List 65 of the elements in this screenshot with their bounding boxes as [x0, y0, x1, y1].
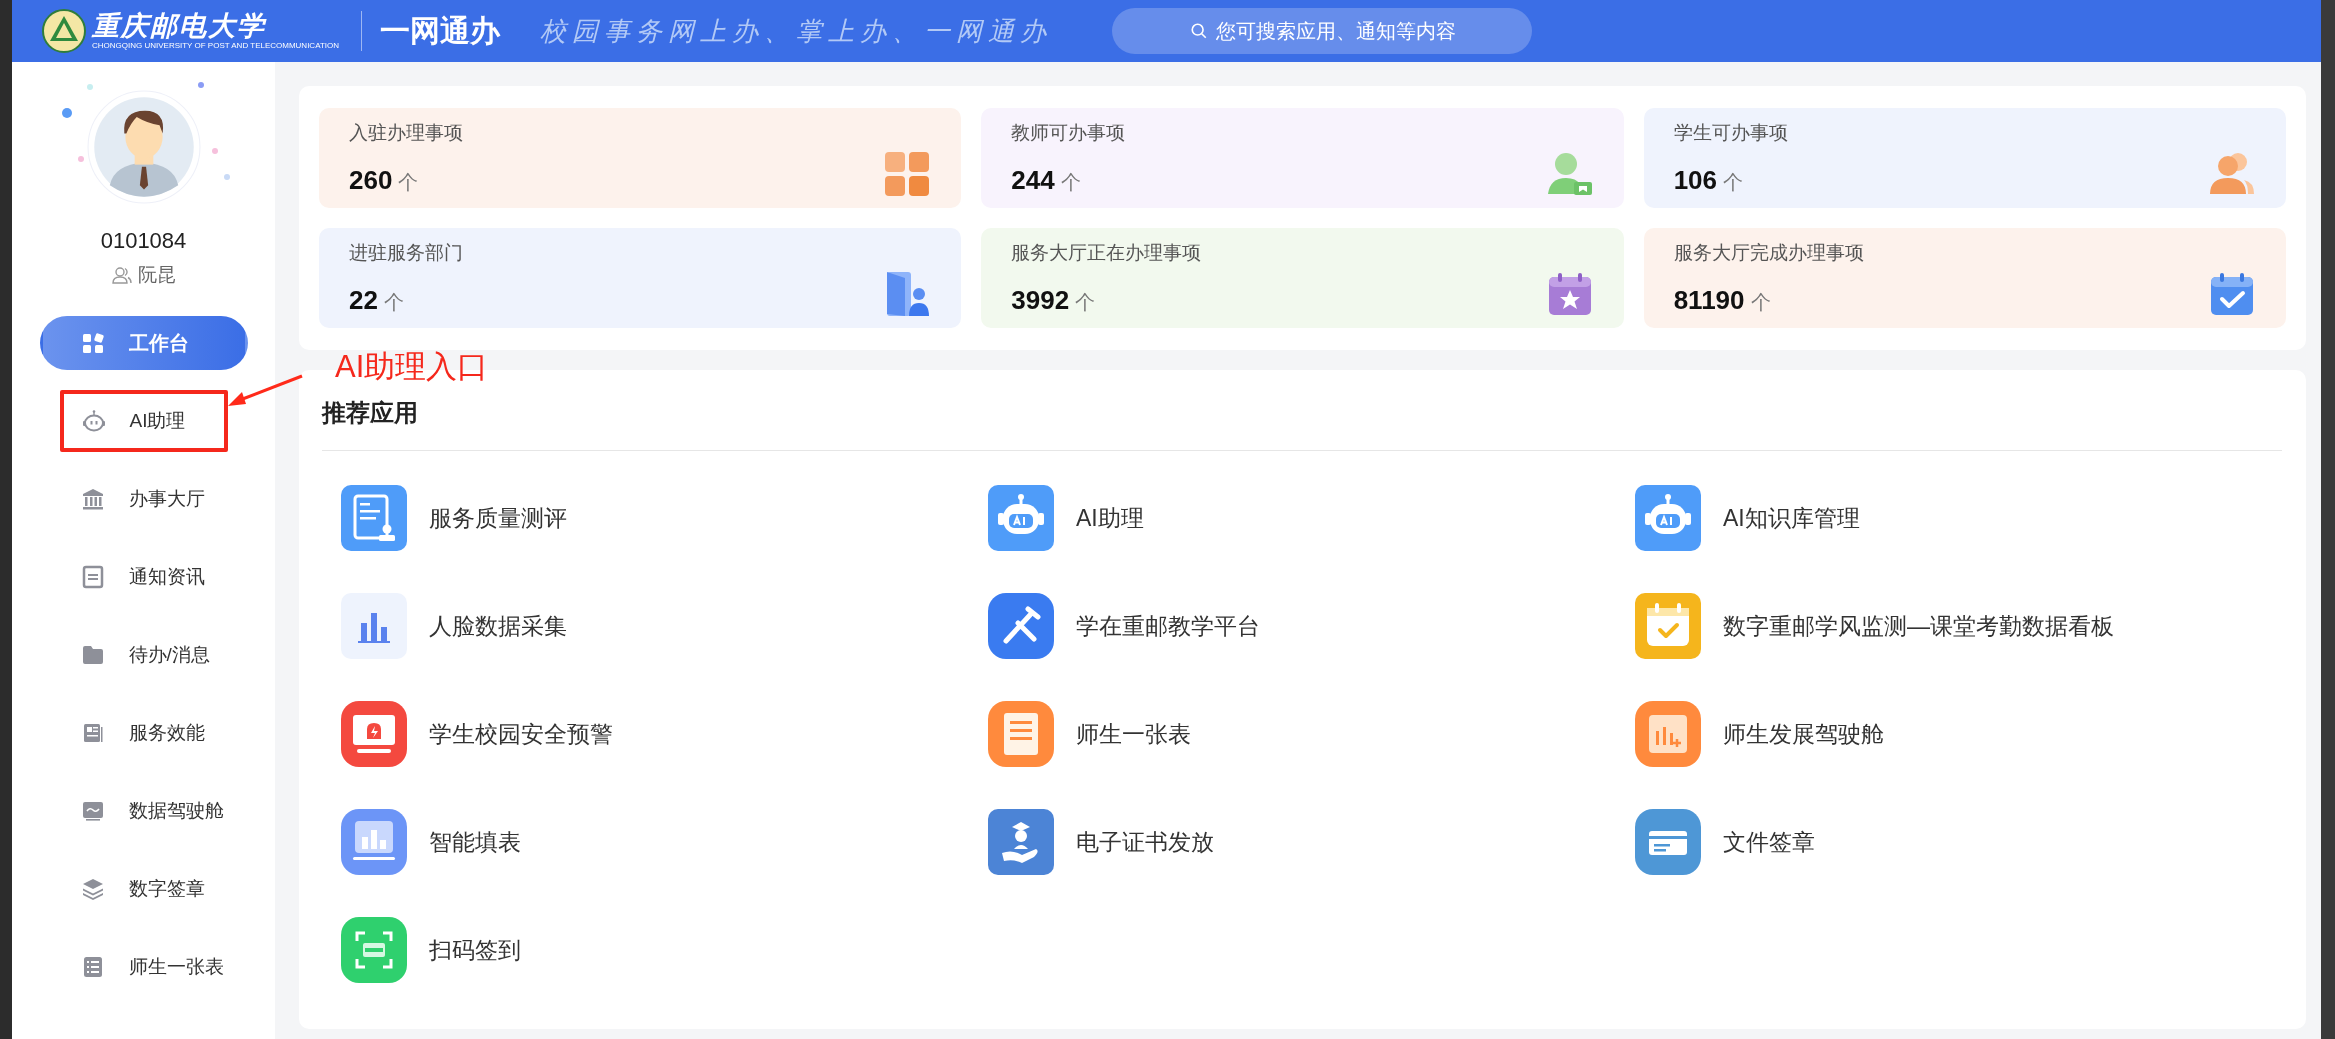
sidebar-item[interactable]: 数字签章	[39, 862, 248, 916]
stat-unit: 个	[1723, 170, 1744, 195]
user-name: 阮昆	[137, 263, 176, 287]
stat-title: 教师可办事项	[1011, 121, 1127, 145]
stat-value: 81190	[1673, 285, 1745, 316]
sparkle-dot	[224, 174, 230, 180]
app-item[interactable]: 师生一张表	[988, 701, 1635, 767]
stat-title: 学生可办事项	[1673, 121, 1789, 145]
stat-title: 入驻办理事项	[349, 121, 464, 145]
app-item[interactable]: 数字重邮学风监测—课堂考勤数据看板	[1635, 593, 2282, 659]
app-item[interactable]: 扫码签到	[341, 917, 988, 983]
search-icon	[1190, 22, 1208, 40]
calendar-check-icon	[2208, 270, 2256, 318]
app-item[interactable]: 文件签章	[1635, 809, 2282, 875]
stat-unit: 个	[1075, 290, 1096, 315]
app-item[interactable]: 师生发展驾驶舱	[1635, 701, 2282, 767]
university-emblem-icon	[42, 9, 86, 53]
app-item[interactable]: 学在重邮教学平台	[988, 593, 1635, 659]
app-item[interactable]: 学生校园安全预警	[341, 701, 988, 767]
app-item[interactable]: 智能填表	[341, 809, 988, 875]
stat-unit: 个	[1750, 290, 1771, 315]
stat-value: 3992	[1011, 285, 1070, 316]
stat-unit: 个	[1060, 170, 1081, 195]
app-item[interactable]: AI知识库管理	[1635, 485, 2282, 551]
university-name: 重庆邮电大学	[92, 11, 268, 41]
sidebar-item[interactable]: 师生一张表	[39, 940, 248, 994]
app-title: 一网通办	[380, 12, 500, 49]
document-icon	[80, 565, 105, 589]
sidebar-item[interactable]: 工作台	[39, 316, 248, 370]
stat-title: 进驻服务部门	[349, 241, 464, 265]
chart-icon	[80, 799, 105, 823]
sparkle-dot	[62, 108, 72, 118]
sidebar-item[interactable]: 数据驾驶舱	[39, 784, 248, 838]
stat-title: 服务大厅正在办理事项	[1011, 241, 1203, 265]
app-item[interactable]: 电子证书发放	[988, 809, 1635, 875]
layers-icon	[80, 877, 105, 901]
app-item[interactable]: 服务质量测评	[341, 485, 988, 551]
bank-icon	[80, 487, 105, 511]
sidebar-item[interactable]: 待办/消息	[39, 628, 248, 682]
sparkle-dot	[87, 84, 93, 90]
app-item[interactable]: 人脸数据采集	[341, 593, 988, 659]
sparkle-dot	[78, 156, 84, 162]
grid-icon	[80, 331, 105, 355]
sparkle-dot	[212, 148, 218, 154]
folder-icon	[80, 643, 105, 667]
sidebar-item[interactable]: 服务效能	[39, 706, 248, 760]
stat-value: 106	[1673, 165, 1718, 196]
app-item[interactable]: AI助理	[988, 485, 1635, 551]
stat-title: 服务大厅完成办理事项	[1673, 241, 1865, 265]
stat-unit: 个	[398, 170, 419, 195]
slogan: 校园事务网上办、掌上办、一网通办	[540, 14, 1052, 48]
robot-icon	[81, 409, 106, 433]
sparkle-dot	[198, 82, 204, 88]
stat-unit: 个	[383, 290, 404, 315]
sidebar-item[interactable]: AI助理	[59, 390, 228, 452]
user-icon	[111, 266, 132, 284]
tiles-icon	[883, 150, 932, 198]
user-icon	[1545, 150, 1594, 198]
stat-value: 260	[349, 165, 393, 196]
university-english-name: CHONGQING UNIVERSITY OF POST AND TELECOMMUNICATION	[92, 41, 339, 51]
sidebar-item[interactable]: 通知资讯	[39, 550, 248, 604]
sidebar-item[interactable]: 办事大厅	[39, 472, 248, 526]
user-id: 0101084	[100, 228, 187, 254]
stat-value: 244	[1011, 165, 1055, 196]
stat-value: 22	[349, 285, 378, 316]
